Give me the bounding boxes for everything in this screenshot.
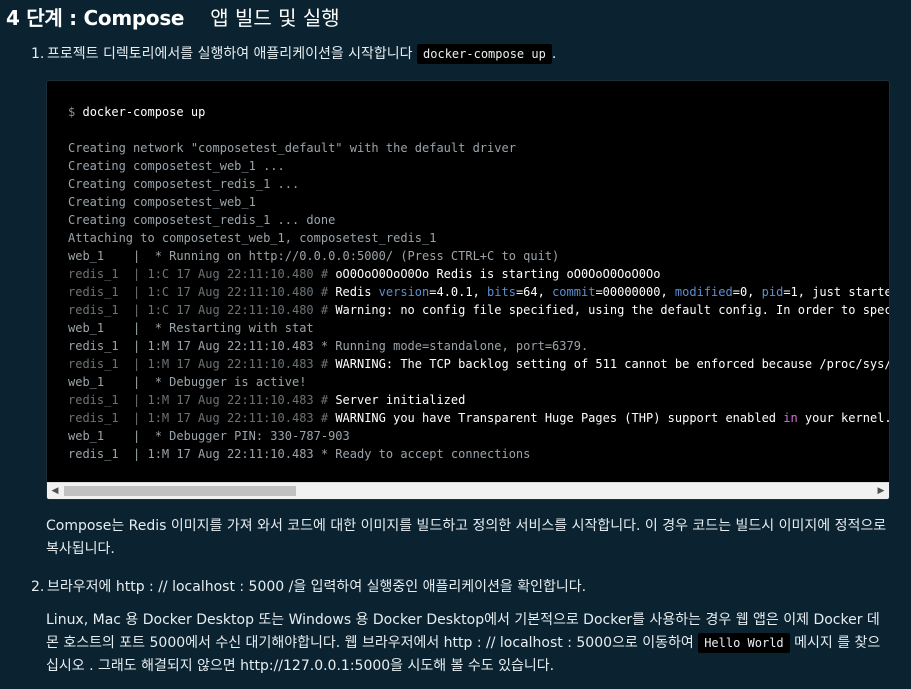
- step-2-text: 브라우저에 http : // localhost : 5000 /을 입력하여…: [47, 579, 587, 595]
- scrollbar-thumb[interactable]: [64, 486, 296, 496]
- log-message: your kernel.: [797, 411, 889, 425]
- log-prefix: redis_1 | 1:C 17 Aug 22:11:10.480 #: [68, 267, 336, 281]
- log-line: Creating composetest_redis_1 ...: [68, 177, 300, 191]
- log-line: redis_1 | 1:M 17 Aug 22:11:10.483 * Read…: [68, 447, 531, 461]
- log-key: modified: [674, 285, 733, 299]
- shell-prompt: $: [68, 105, 76, 119]
- log-line: redis_1 | 1:M 17 Aug 22:11:10.483 * Runn…: [68, 339, 589, 353]
- log-message: WARNING: The TCP backlog setting of 511 …: [335, 357, 889, 371]
- compose-description: Compose는 Redis 이미지를 가져 와서 코드에 대한 이미지를 빌드…: [46, 518, 887, 557]
- section-heading: 4 단계 : Compose 앱 빌드 및 실행: [6, 2, 340, 31]
- terminal-code: $ docker-compose up Creating network "co…: [68, 103, 889, 463]
- log-line: Creating network "composetest_default" w…: [68, 141, 516, 155]
- log-line: Creating composetest_web_1: [68, 195, 256, 209]
- log-key: pid: [761, 285, 784, 299]
- horizontal-scrollbar[interactable]: ◀ ▶: [47, 482, 889, 499]
- step-1-code: docker-compose up: [417, 44, 552, 64]
- log-value: =1, just started: [783, 285, 889, 299]
- heading-title: 앱 빌드 및 실행: [210, 6, 340, 30]
- log-prefix: redis_1 | 1:M 17 Aug 22:11:10.483 #: [68, 393, 336, 407]
- log-line: Attaching to composetest_web_1, composet…: [68, 231, 437, 245]
- log-value: =4.0.1,: [429, 285, 488, 299]
- step-1-number: 1.: [31, 46, 45, 62]
- log-prefix: redis_1 | 1:M 17 Aug 22:11:10.483 #: [68, 357, 336, 371]
- scroll-right-arrow-icon[interactable]: ▶: [873, 483, 889, 499]
- step-1-suffix: .: [551, 46, 557, 62]
- log-key: version: [378, 285, 430, 299]
- log-line: web_1 | * Debugger PIN: 330-787-903: [68, 429, 350, 443]
- step-1: 1. 프로젝트 디렉토리에서를 실행하여 애플리케이션을 시작합니다 docker…: [31, 43, 557, 64]
- log-line: web_1 | * Debugger is active!: [68, 375, 307, 389]
- log-message: Server initialized: [335, 393, 466, 407]
- log-key: commit: [552, 285, 596, 299]
- log-prefix: redis_1 | 1:C 17 Aug 22:11:10.480 #: [68, 303, 336, 317]
- log-value: =00000000,: [595, 285, 675, 299]
- log-message: WARNING you have Transparent Huge Pages …: [335, 411, 784, 425]
- log-keyword: in: [783, 411, 798, 425]
- log-prefix: redis_1 | 1:M 17 Aug 22:11:10.483 #: [68, 411, 336, 425]
- log-line: Creating composetest_web_1 ...: [68, 159, 285, 173]
- log-key: bits: [487, 285, 516, 299]
- log-line: web_1 | * Restarting with stat: [68, 321, 314, 335]
- log-message: Redis: [335, 285, 379, 299]
- log-line: web_1 | * Running on http://0.0.0.0:5000…: [68, 249, 560, 263]
- shell-command: docker-compose up: [82, 105, 206, 119]
- scroll-left-arrow-icon[interactable]: ◀: [47, 483, 63, 499]
- log-value: =0,: [732, 285, 762, 299]
- step-1-text: 프로젝트 디렉토리에서를 실행하여 애플리케이션을 시작합니다: [47, 46, 413, 62]
- log-message: oO0OoO0OoO0Oo Redis is starting oO0OoO0O…: [335, 267, 661, 281]
- hello-world-code: Hello World: [698, 633, 790, 653]
- terminal-output-block: $ docker-compose up Creating network "co…: [46, 80, 890, 500]
- step-2: 2. 브라우저에 http : // localhost : 5000 /을 입력…: [31, 576, 586, 596]
- heading-step: 4 단계 : Compose: [6, 6, 185, 30]
- step-2-number: 2.: [31, 579, 45, 595]
- log-prefix: redis_1 | 1:C 17 Aug 22:11:10.480 #: [68, 285, 336, 299]
- docker-desktop-note: Linux, Mac 용 Docker Desktop 또는 Windows 용…: [46, 609, 891, 678]
- log-value: =64,: [515, 285, 553, 299]
- log-line: Creating composetest_redis_1 ... done: [68, 213, 336, 227]
- log-message: Warning: no config file specified, using…: [335, 303, 889, 317]
